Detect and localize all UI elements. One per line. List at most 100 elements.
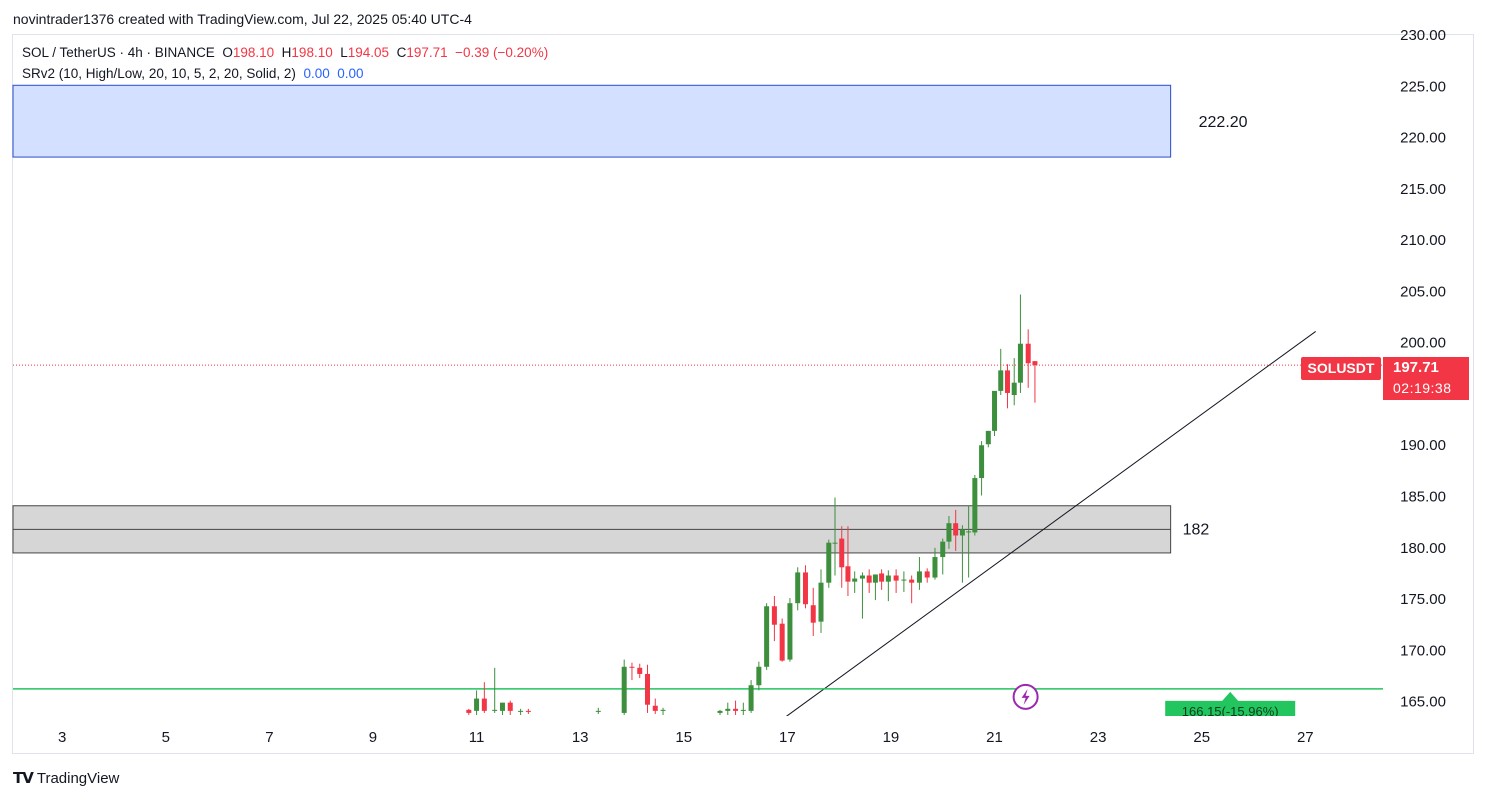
symbol-price-tag: SOLUSDT <box>1301 357 1381 380</box>
resistance-zone <box>12 84 1172 158</box>
candle-body <box>637 667 643 674</box>
candle-body <box>525 710 531 712</box>
time-axis-tick: 21 <box>986 729 1003 746</box>
candle-body <box>795 572 801 604</box>
time-axis-tick: 7 <box>265 729 273 746</box>
candle-body <box>621 666 627 713</box>
time-axis-tick: 11 <box>469 729 485 746</box>
candle-body <box>1011 382 1017 395</box>
time-axis-tick: 9 <box>369 729 377 746</box>
candle-body <box>972 478 978 533</box>
price-axis-tick: 175.00 <box>1400 591 1446 608</box>
legend-c-label: C <box>396 45 407 60</box>
candle-body <box>932 557 938 578</box>
candle-body <box>474 698 480 711</box>
candle-body <box>595 710 601 712</box>
candle-body <box>1017 343 1023 383</box>
resistance-zone-label: 222.20 <box>1199 114 1248 131</box>
legend-change: −0.39 (−0.20%) <box>455 45 549 60</box>
candle-body <box>909 579 915 583</box>
candle-body <box>810 605 816 623</box>
price-axis-tick: 165.00 <box>1400 694 1446 711</box>
candle-body <box>872 574 878 583</box>
tradingview-logo[interactable]: 𝗧𝗩 TradingView <box>13 769 120 788</box>
candle-body <box>748 685 754 711</box>
candle-body <box>1032 361 1038 366</box>
candle-body <box>832 542 838 544</box>
candle-body <box>492 709 498 711</box>
candle-body <box>802 572 808 605</box>
candle-body <box>839 538 845 568</box>
legend-h-value: 198.10 <box>291 45 333 60</box>
candle-body <box>826 542 832 583</box>
price-axis-tick: 205.00 <box>1400 283 1446 300</box>
candle-body <box>756 666 762 686</box>
candle-body <box>924 571 930 578</box>
candle-body <box>779 623 785 661</box>
price-chart[interactable]: 222.20182166.15(-15.96%) 230.00225.00220… <box>0 0 1487 800</box>
price-axis-tick: 170.00 <box>1400 642 1446 659</box>
time-axis-tick: 23 <box>1090 729 1107 746</box>
candle-body <box>946 523 952 542</box>
legend-c-value: 197.71 <box>406 45 448 60</box>
candle-body <box>916 571 922 583</box>
price-axis-tick: 230.00 <box>1400 27 1446 44</box>
legend-symbol[interactable]: SOL / TetherUS · 4h · BINANCE <box>22 45 215 60</box>
legend-o-label: O <box>222 45 233 60</box>
indicator-name[interactable]: SRv2 (10, High/Low, 20, 10, 5, 2, 20, So… <box>22 66 296 81</box>
indicator-value-1: 0.00 <box>303 66 330 81</box>
candle-body <box>740 709 746 711</box>
time-axis-tick: 19 <box>883 729 900 746</box>
last-price-value: 197.71 <box>1393 359 1439 376</box>
candle-body <box>866 575 872 583</box>
candle-body <box>893 575 899 581</box>
candle-body <box>507 702 513 711</box>
candle-body <box>885 575 891 582</box>
legend-indicator: SRv2 (10, High/Low, 20, 10, 5, 2, 20, So… <box>22 66 364 81</box>
price-axis-tick: 220.00 <box>1400 130 1446 147</box>
zones-layer: 222.20182166.15(-15.96%) <box>12 84 1383 724</box>
legend-l-label: L <box>340 45 348 60</box>
candle-body <box>771 606 777 625</box>
candle-body <box>1004 370 1010 393</box>
price-axis-tick: 180.00 <box>1400 540 1446 557</box>
candle-body <box>652 705 658 711</box>
price-axis-tick: 210.00 <box>1400 232 1446 249</box>
candle-body <box>818 582 824 622</box>
candle-body <box>466 709 472 713</box>
time-axis-tick: 3 <box>58 729 66 746</box>
candle-body <box>499 702 505 711</box>
candle-body <box>733 708 739 711</box>
price-axis-tick: 215.00 <box>1400 181 1446 198</box>
price-axis-tick: 190.00 <box>1400 437 1446 454</box>
tradingview-logo-text: TradingView <box>36 769 120 787</box>
support-zone-label: 182 <box>1183 521 1210 538</box>
candle-body <box>940 541 946 558</box>
candle-body <box>859 575 865 579</box>
time-axis-tick: 15 <box>675 729 692 746</box>
time-axis-tick: 17 <box>779 729 796 746</box>
time-axis-tick: 27 <box>1297 729 1314 746</box>
legend-h-label: H <box>281 45 292 60</box>
candle-body <box>979 445 985 479</box>
candle-body <box>985 430 991 445</box>
candle-body <box>1025 343 1031 364</box>
time-axis-tick: 25 <box>1193 729 1210 746</box>
candle-body <box>787 603 793 660</box>
candles-layer <box>466 294 1038 715</box>
candle-body <box>481 698 487 711</box>
price-axis-tick: 200.00 <box>1400 335 1446 352</box>
candle-body <box>845 566 851 582</box>
price-axis-tick: 225.00 <box>1400 78 1446 95</box>
candle-body <box>901 579 907 581</box>
candle-body <box>953 523 959 536</box>
price-axis-tick: 185.00 <box>1400 489 1446 506</box>
candle-body <box>852 578 858 582</box>
candle-body <box>644 673 650 705</box>
time-axis-tick: 5 <box>162 729 170 746</box>
candle-body <box>992 390 998 431</box>
candle-body <box>879 573 885 582</box>
candle-body <box>717 710 723 713</box>
candle-body <box>629 666 635 668</box>
last-price-tag: 197.71 02:19:38 <box>1383 357 1469 400</box>
